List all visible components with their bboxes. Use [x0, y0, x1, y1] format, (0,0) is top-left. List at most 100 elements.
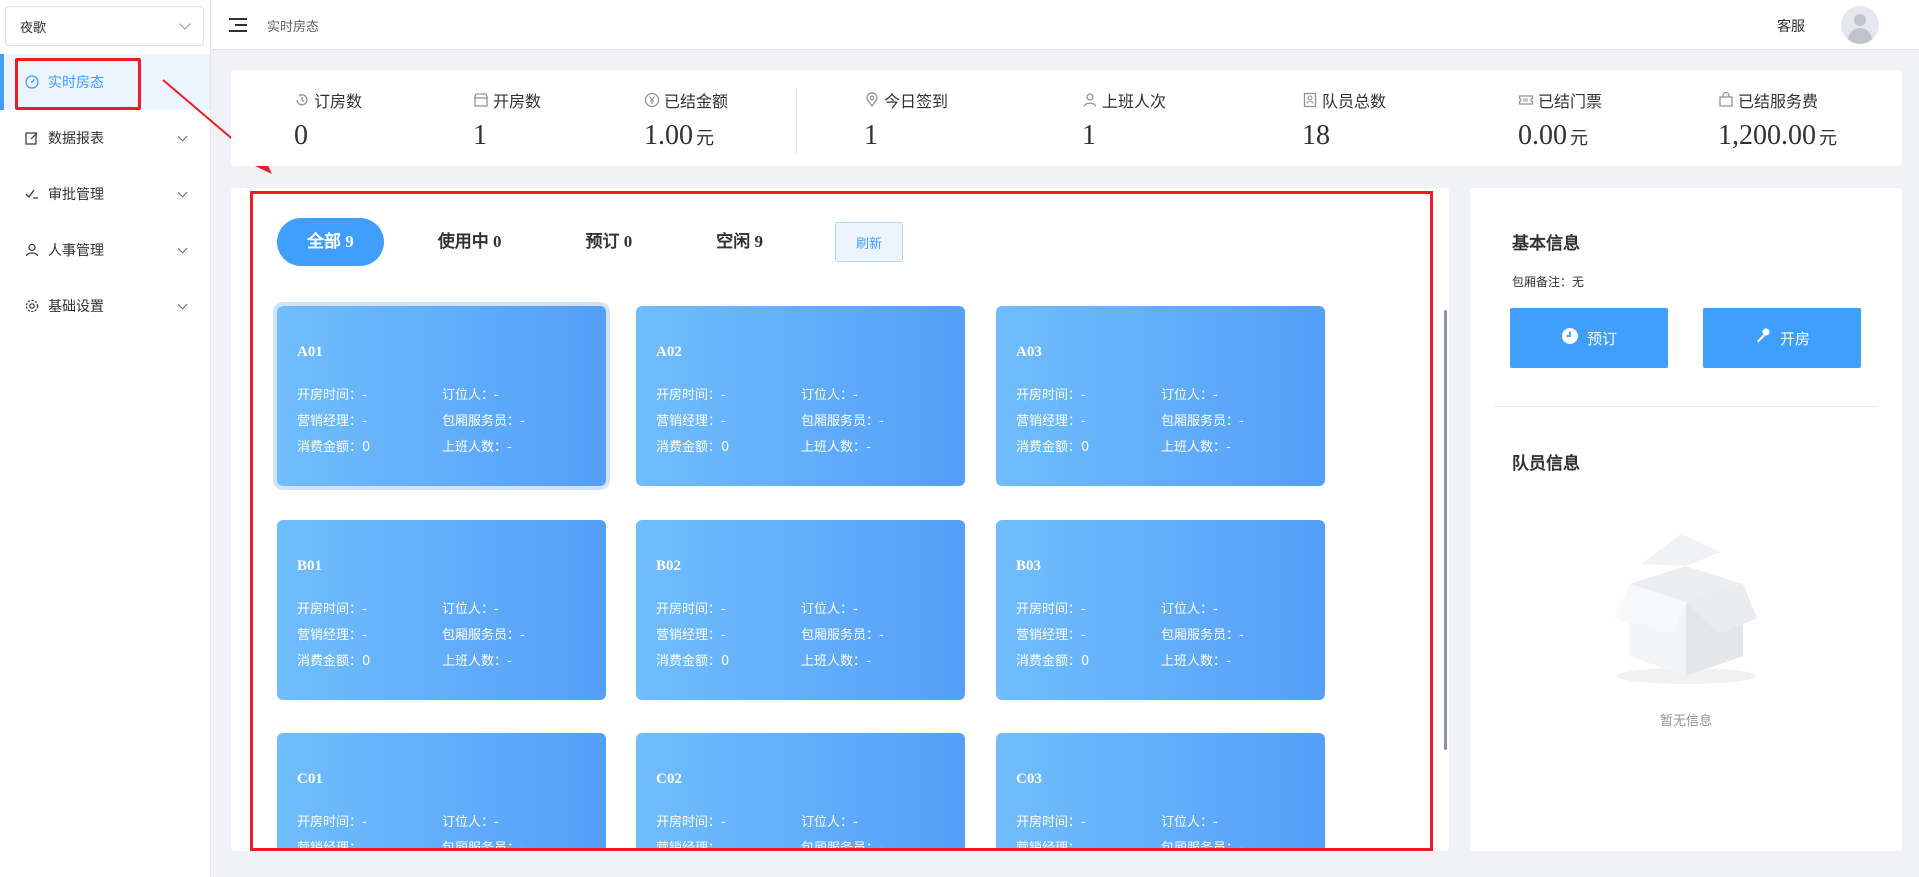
stat-unit: 元 — [696, 128, 714, 148]
room-name: B03 — [1016, 558, 1042, 574]
tab-reserved[interactable]: 预订 0 — [556, 218, 663, 266]
store-icon — [473, 92, 489, 108]
members-title: 队员信息 — [1512, 454, 1580, 473]
open-room-button[interactable]: 开房 — [1703, 308, 1861, 368]
empty-text: 暂无信息 — [1659, 714, 1712, 729]
divider — [796, 88, 797, 154]
room-card[interactable]: C02开房时间：-订位人：-营销经理：-包厢服务员：-消费金额：0上班人数：- — [636, 733, 965, 851]
room-row: 开房时间：- 订位人：- — [1016, 384, 1218, 403]
room-booker: 订位人：- — [801, 388, 858, 403]
stat-shift-count: 上班人次 1 — [1082, 88, 1166, 152]
room-status-panel: 全部 9 使用中 0 预订 0 空闲 9 刷新 A01 开房时间：- 订位人：- 营销… — [231, 188, 1449, 851]
room-row: 消费金额：0 上班人数：- — [297, 650, 512, 669]
room-row: 消费金额：0 上班人数：- — [656, 436, 871, 455]
stat-label: 开房数 — [493, 92, 542, 111]
room-note: 包厢备注：无 — [1512, 275, 1585, 289]
room-row: 营销经理：- 包厢服务员：- — [656, 624, 884, 643]
room-sales-manager: 营销经理：- — [297, 628, 367, 643]
reserve-button[interactable]: 预订 — [1510, 308, 1668, 368]
stat-value: 1.00 — [644, 120, 693, 151]
stat-value: 1 — [473, 120, 487, 151]
room-attendant: 包厢服务员：- — [801, 628, 884, 643]
room-row: 开房时间：- 订位人：- — [1016, 598, 1218, 617]
room-open-time: 开房时间：- — [656, 388, 726, 403]
stat-member-total: 队员总数 18 — [1302, 88, 1386, 152]
room-card[interactable]: B01 开房时间：- 订位人：- 营销经理：- 包厢服务员：- 消费金额：0 上班人数：- — [277, 520, 606, 700]
room-row: 开房时间：- 订位人：- — [656, 811, 858, 830]
person-icon — [1082, 92, 1098, 108]
room-card[interactable]: B03 开房时间：- 订位人：- 营销经理：- 包厢服务员：- 消费金额：0 上班人数：- — [996, 520, 1325, 700]
room-row: 营销经理：- 包厢服务员：- — [297, 410, 525, 429]
room-row: 营销经理：- 包厢服务员：- — [656, 837, 884, 851]
stat-label: 已结门票 — [1538, 92, 1603, 111]
room-row: 开房时间：- 订位人：- — [656, 598, 858, 617]
stat-bookings: 订房数 0 — [294, 88, 362, 152]
room-staff-count: 上班人数：- — [442, 440, 512, 455]
location-icon — [864, 92, 880, 108]
room-staff-count: 上班人数：- — [801, 654, 871, 669]
room-sales-manager: 营销经理：- — [656, 628, 726, 643]
ticket-icon — [1518, 92, 1534, 108]
room-spend: 消费金额：0 — [656, 654, 730, 669]
stat-settled-amount: 已结金额 1.00 元 — [644, 88, 728, 152]
room-card[interactable]: C03开房时间：-订位人：-营销经理：-包厢服务员：-消费金额：0上班人数：- — [996, 733, 1325, 851]
tab-idle[interactable]: 空闲 9 — [686, 218, 793, 266]
room-staff-count: 上班人数：- — [801, 440, 871, 455]
room-name: C01 — [297, 771, 323, 787]
room-sales-manager: 营销经理：- — [1016, 414, 1086, 429]
tab-in-use[interactable]: 使用中 0 — [408, 218, 532, 266]
stat-settled-service-fee: 已结服务费 1,200.00 元 — [1718, 88, 1837, 152]
stat-open-rooms: 开房数 1 — [473, 88, 541, 152]
room-row: 营销经理：- 包厢服务员：- — [1016, 410, 1244, 429]
room-row: 营销经理：- 包厢服务员：- — [297, 624, 525, 643]
empty-box-icon — [1601, 526, 1771, 686]
room-staff-count: 上班人数：- — [442, 654, 512, 669]
room-row: 开房时间：- 订位人：- — [297, 598, 499, 617]
room-attendant: 包厢服务员：- — [442, 841, 525, 851]
room-card[interactable]: A01 开房时间：- 订位人：- 营销经理：- 包厢服务员：- 消费金额：0 上班人数：- — [277, 306, 606, 486]
room-open-time: 开房时间：- — [1016, 388, 1086, 403]
room-row: 开房时间：- 订位人：- — [297, 811, 499, 830]
stat-unit: 元 — [1570, 128, 1588, 148]
open-room-button-label: 开房 — [1779, 329, 1810, 348]
room-card[interactable]: A02 开房时间：- 订位人：- 营销经理：- 包厢服务员：- 消费金额：0 上班人数：- — [636, 306, 965, 486]
divider — [1494, 406, 1878, 407]
stat-value: 18 — [1302, 120, 1330, 151]
room-attendant: 包厢服务员：- — [442, 414, 525, 429]
stat-label: 队员总数 — [1322, 92, 1387, 111]
room-row: 营销经理：- 包厢服务员：- — [297, 837, 525, 851]
room-card[interactable]: A03 开房时间：- 订位人：- 营销经理：- 包厢服务员：- 消费金额：0 上班人数：- — [996, 306, 1325, 486]
room-name: A03 — [1016, 344, 1042, 360]
tab-all[interactable]: 全部 9 — [277, 218, 384, 266]
room-row: 开房时间：- 订位人：- — [297, 384, 499, 403]
stat-label: 上班人次 — [1102, 92, 1167, 111]
room-card[interactable]: C01开房时间：-订位人：-营销经理：-包厢服务员：-消费金额：0上班人数：- — [277, 733, 606, 851]
shopping-bag-icon — [1718, 92, 1734, 108]
room-row: 消费金额：0 上班人数：- — [1016, 650, 1231, 669]
room-attendant: 包厢服务员：- — [801, 841, 884, 851]
clock-icon — [1561, 327, 1579, 349]
reserve-button-label: 预订 — [1586, 329, 1617, 348]
room-booker: 订位人：- — [801, 815, 858, 830]
refresh-button[interactable]: 刷新 — [835, 222, 903, 262]
room-card[interactable]: B02 开房时间：- 订位人：- 营销经理：- 包厢服务员：- 消费金额：0 上班人数：- — [636, 520, 965, 700]
room-row: 消费金额：0 上班人数：- — [297, 436, 512, 455]
room-attendant: 包厢服务员：- — [442, 628, 525, 643]
room-sales-manager: 营销经理：- — [297, 841, 367, 851]
stat-value: 1 — [864, 120, 878, 151]
scrollbar[interactable] — [1444, 310, 1447, 750]
stat-unit: 元 — [1819, 128, 1837, 148]
room-row: 消费金额：0 上班人数：- — [656, 650, 871, 669]
room-name: B01 — [297, 558, 323, 574]
stat-value: 1,200.00 — [1718, 120, 1816, 151]
stat-label: 订房数 — [314, 92, 363, 111]
room-spend: 消费金额：0 — [1016, 440, 1090, 455]
room-booker: 订位人：- — [801, 602, 858, 617]
stat-label: 已结金额 — [664, 92, 729, 111]
room-detail-panel: 基本信息 包厢备注：无 预订 开房 队员信息 暂无信息 — [1470, 188, 1902, 851]
room-attendant: 包厢服务员：- — [1161, 414, 1244, 429]
status-tabs: 全部 9 使用中 0 预订 0 空闲 9 刷新 — [277, 218, 903, 266]
stat-today-checkin: 今日签到 1 — [864, 88, 948, 152]
yen-circle-icon — [644, 92, 660, 108]
room-open-time: 开房时间：- — [297, 388, 367, 403]
